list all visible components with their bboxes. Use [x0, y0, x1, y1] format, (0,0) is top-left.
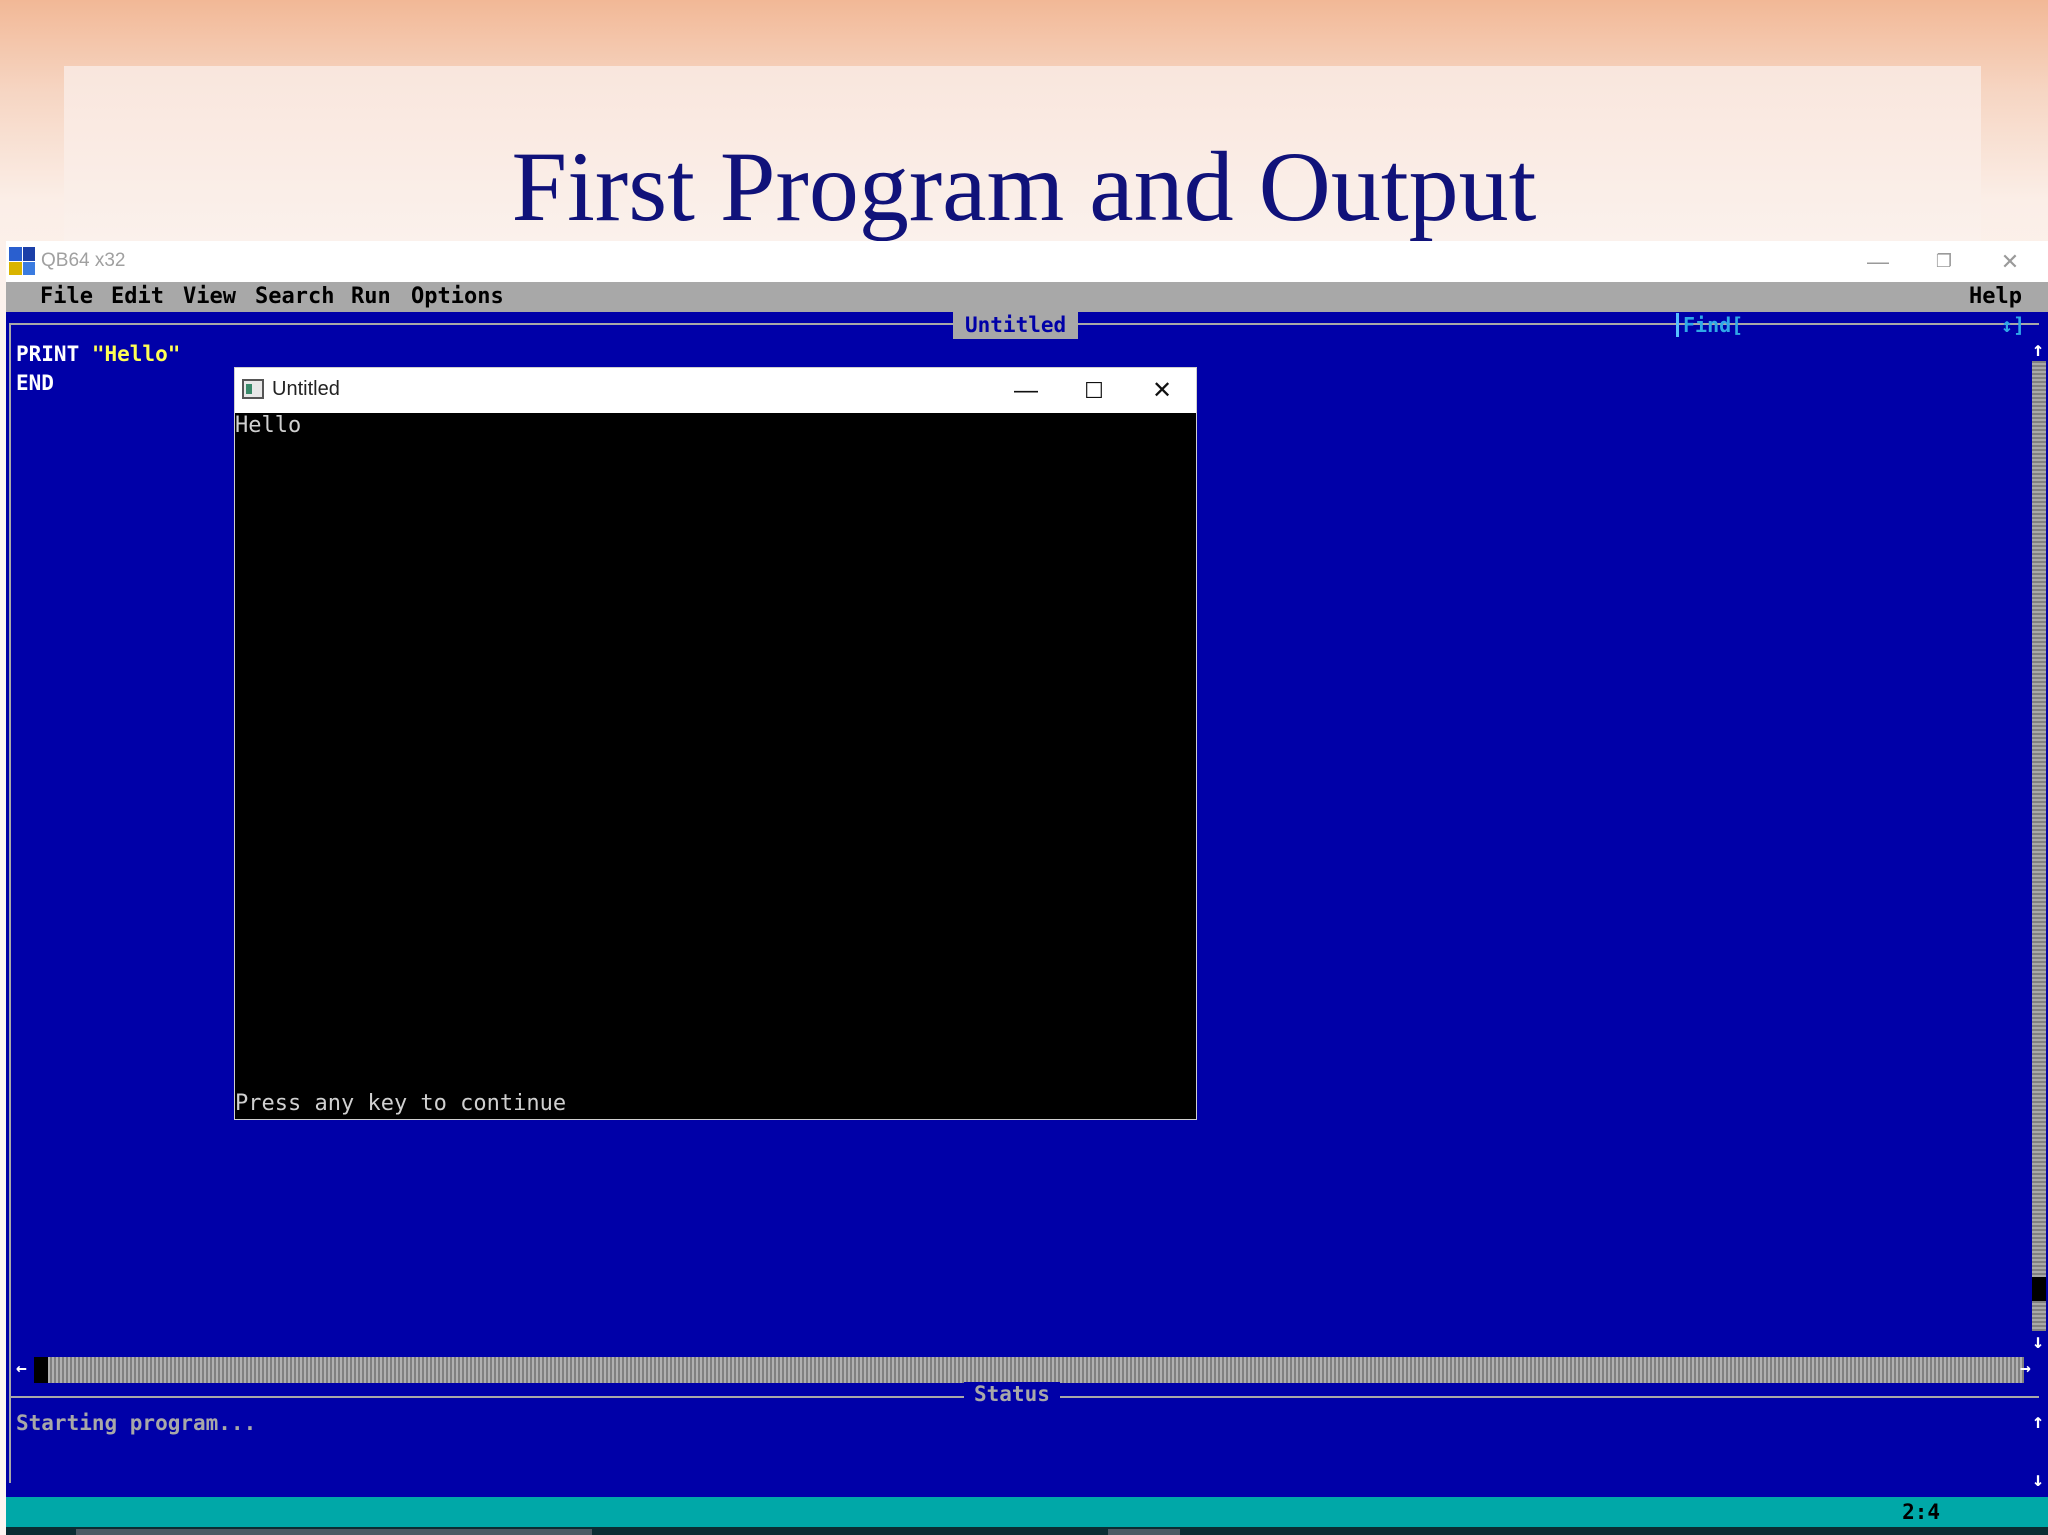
- editor-horizontal-scrollbar[interactable]: [34, 1357, 2024, 1383]
- qb64-window-title: QB64 x32: [41, 250, 126, 271]
- qb64-logo-icon: [9, 247, 35, 275]
- scroll-down-icon[interactable]: ↓: [2032, 1329, 2044, 1353]
- restore-icon[interactable]: ❐: [1911, 241, 1977, 282]
- find-field[interactable]: Find[ ↕]: [1676, 313, 2033, 337]
- scroll-left-icon[interactable]: ←: [16, 1358, 27, 1379]
- vertical-scroll-thumb[interactable]: [2032, 1277, 2046, 1301]
- scroll-right-icon[interactable]: →: [2020, 1358, 2031, 1379]
- taskbar-segment: [76, 1529, 592, 1535]
- code-string-literal: "Hello": [91, 342, 181, 366]
- status-text: Starting program...: [16, 1411, 257, 1435]
- slide-title: First Program and Output: [511, 131, 1537, 242]
- editor-tab-title[interactable]: Untitled: [953, 311, 1079, 339]
- output-window[interactable]: Untitled — ☐ ✕ Hello Press any key to co…: [234, 367, 1197, 1120]
- status-label: Status: [964, 1382, 1060, 1406]
- output-window-title: Untitled: [272, 378, 340, 400]
- taskbar-strip: [6, 1527, 2048, 1535]
- editor-frame-left: [9, 323, 11, 1483]
- maximize-icon[interactable]: ☐: [1061, 368, 1127, 413]
- status-scroll-down-icon[interactable]: ↓: [2032, 1467, 2044, 1491]
- close-icon[interactable]: ✕: [1977, 241, 2043, 282]
- editor-vertical-scrollbar[interactable]: [2032, 361, 2046, 1331]
- console-window-icon: [242, 379, 264, 399]
- code-editor[interactable]: PRINT "Hello" END: [16, 340, 180, 398]
- close-icon[interactable]: ✕: [1129, 368, 1195, 413]
- cursor-position: 2:4: [1902, 1500, 1940, 1524]
- horizontal-scroll-thumb[interactable]: [34, 1357, 48, 1383]
- menu-view[interactable]: View: [183, 284, 236, 309]
- find-arrows-icon[interactable]: ↕]: [2001, 313, 2025, 337]
- menu-edit[interactable]: Edit: [111, 284, 164, 309]
- status-scroll-up-icon[interactable]: ↑: [2032, 1409, 2044, 1433]
- minimize-icon[interactable]: —: [1845, 241, 1911, 282]
- continue-prompt: Press any key to continue: [235, 1091, 567, 1116]
- menu-run[interactable]: Run: [351, 284, 391, 309]
- minimize-icon[interactable]: —: [993, 368, 1059, 413]
- code-keyword-print: PRINT: [16, 342, 92, 366]
- menu-file[interactable]: File: [40, 284, 93, 309]
- taskbar-segment: [1108, 1529, 1180, 1535]
- scroll-up-icon[interactable]: ↑: [2032, 337, 2044, 361]
- find-label: Find[: [1683, 313, 1744, 337]
- menu-options[interactable]: Options: [411, 284, 504, 309]
- output-line: Hello: [235, 413, 302, 438]
- menu-search[interactable]: Search: [255, 284, 334, 309]
- menu-help[interactable]: Help: [1969, 284, 2022, 309]
- menu-bar: File Edit View Search Run Options Help: [6, 282, 2048, 312]
- output-titlebar[interactable]: Untitled — ☐ ✕: [235, 368, 1196, 413]
- qb64-titlebar[interactable]: QB64 x32 — ❐ ✕: [6, 241, 2048, 282]
- bottom-status-bar: 2:4: [6, 1497, 2048, 1527]
- code-keyword-end: END: [16, 371, 54, 395]
